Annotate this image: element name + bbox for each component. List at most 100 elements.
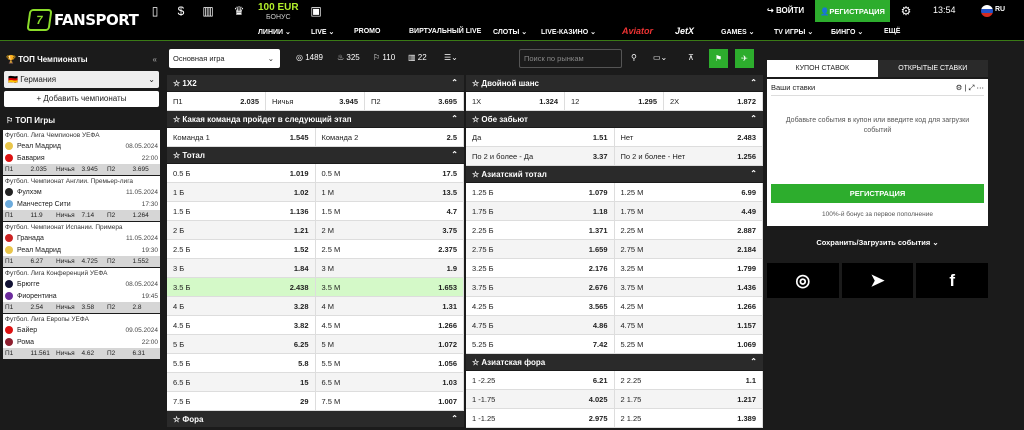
stats-counter[interactable]: ▥ 22: [408, 53, 427, 62]
odds-cell[interactable]: 2 1.75 1.217: [615, 390, 763, 408]
odds-cell[interactable]: 5 Б 6.25: [167, 335, 316, 353]
mobile-icon[interactable]: ▯: [148, 4, 162, 18]
market-header[interactable]: ☆ Фора ⌃: [167, 411, 464, 428]
odds-cell[interactable]: Нет 2.483: [615, 128, 763, 146]
odds-row[interactable]: П1 11.9 Ничья 7.14 П2 1.264: [3, 210, 160, 221]
odds-cell[interactable]: 5.5 Б 5.8: [167, 354, 316, 372]
odds-cell[interactable]: 1 -2.25 6.21: [466, 371, 615, 389]
odds-cell[interactable]: 2 М 3.75: [316, 221, 464, 239]
odds-cell[interactable]: Ничья 3.945: [266, 92, 365, 110]
coupon-register-button[interactable]: РЕГИСТРАЦИЯ: [771, 184, 984, 203]
bolt-icon[interactable]: ✈: [735, 49, 754, 68]
odds-cell[interactable]: 2.25 М 2.887: [615, 221, 763, 239]
ru-flag-icon[interactable]: [981, 5, 993, 17]
odds-cell[interactable]: Команда 1 1.545: [167, 128, 316, 146]
market-header[interactable]: ☆ 1X2 ⌃: [167, 75, 464, 92]
odds-cell[interactable]: 3 Б 1.84: [167, 259, 316, 277]
odds-cell[interactable]: Команда 2 2.5: [316, 128, 464, 146]
country-select[interactable]: 🇩🇪 Германия ⌄: [4, 71, 159, 88]
nav-10[interactable]: БИНГО ⌄: [831, 28, 863, 36]
nav-8[interactable]: GAMES ⌄: [721, 28, 754, 36]
odds-row[interactable]: П1 2.54 Ничья 3.58 П2 2.8: [3, 302, 160, 313]
game-select[interactable]: Основная игра ⌄: [169, 49, 280, 68]
odds-cell[interactable]: 1 -1.25 2.975: [466, 409, 615, 427]
odds-cell[interactable]: 5.5 М 1.056: [316, 354, 464, 372]
odds-row[interactable]: П1 11.561 Ничья 4.62 П2 6.31: [3, 348, 160, 359]
odds-cell[interactable]: 3.75 М 1.436: [615, 278, 763, 296]
odds-cell[interactable]: 4.5 М 1.266: [316, 316, 464, 334]
nav-2[interactable]: PROMO: [354, 28, 380, 35]
odds-cell[interactable]: 2 1.25 1.389: [615, 409, 763, 427]
tab-coupon[interactable]: КУПОН СТАВОК: [767, 60, 878, 77]
odds-cell[interactable]: 1 Б 1.02: [167, 183, 316, 201]
odds-cell[interactable]: 3.25 Б 2.176: [466, 259, 615, 277]
stats-icon[interactable]: ▥: [201, 4, 215, 18]
odds-row[interactable]: П1 2.035 Ничья 3.945 П2 3.695: [3, 164, 160, 175]
odds-cell[interactable]: П2 3.695: [365, 92, 464, 110]
market-header[interactable]: ☆ Обе забьют ⌃: [466, 111, 763, 128]
layout-icon[interactable]: ▭⌄: [653, 53, 667, 62]
tab-open-bets[interactable]: ОТКРЫТЫЕ СТАВКИ: [877, 60, 988, 77]
add-champs-button[interactable]: + Добавить чемпионаты: [4, 91, 159, 107]
odds-cell[interactable]: 3.5 Б 2.438: [167, 278, 316, 296]
game-card[interactable]: Футбол. Лига Европы УЕФА Байер 09.05.2024…: [3, 314, 160, 360]
market-header[interactable]: ☆ Двойной шанс ⌃: [466, 75, 763, 92]
instagram-icon[interactable]: ◎: [767, 263, 839, 298]
dollar-icon[interactable]: $: [174, 4, 188, 18]
odds-cell[interactable]: 3.75 Б 2.676: [466, 278, 615, 296]
odds-cell[interactable]: 1X 1.324: [466, 92, 565, 110]
search-icon[interactable]: ⚲: [631, 53, 637, 62]
odds-cell[interactable]: Да 1.51: [466, 128, 615, 146]
odds-cell[interactable]: 2 2.25 1.1: [615, 371, 763, 389]
odds-cell[interactable]: 4.25 М 1.266: [615, 297, 763, 315]
odds-cell[interactable]: 1.75 Б 1.18: [466, 202, 615, 220]
market-header[interactable]: ☆ Тотал ⌃: [167, 147, 464, 164]
pin-icon[interactable]: ⊼: [688, 53, 694, 62]
odds-cell[interactable]: 7.5 М 1.007: [316, 392, 464, 410]
bonus-banner[interactable]: 100 EUR БОНУС: [258, 3, 299, 22]
odds-cell[interactable]: 4 М 1.31: [316, 297, 464, 315]
language[interactable]: RU: [995, 6, 1005, 13]
odds-cell[interactable]: 0.5 Б 1.019: [167, 164, 316, 182]
nav-7[interactable]: JetX: [675, 26, 694, 36]
fire-counter[interactable]: ♨ 325: [337, 53, 360, 62]
market-header[interactable]: ☆ Какая команда пройдет в следующий этап…: [167, 111, 464, 128]
gift-icon[interactable]: ▣: [309, 4, 323, 18]
save-load-button[interactable]: Сохранить/Загрузить события ⌄: [767, 238, 988, 247]
login-button[interactable]: ↪ ВОЙТИ: [767, 6, 804, 15]
odds-cell[interactable]: 3 М 1.9: [316, 259, 464, 277]
game-card[interactable]: Футбол. Чемпионат Англии. Премьер-лига Ф…: [3, 176, 160, 222]
game-card[interactable]: Футбол. Чемпионат Испании. Примера Грана…: [3, 222, 160, 268]
stadium-icon[interactable]: ⚑: [709, 49, 728, 68]
odds-cell[interactable]: По 2 и более - Нет 1.256: [615, 147, 763, 165]
odds-cell[interactable]: 1.75 М 4.49: [615, 202, 763, 220]
nav-6[interactable]: Aviator: [622, 26, 653, 36]
live-counter[interactable]: ◎ 1489: [296, 53, 323, 62]
odds-cell[interactable]: 5 М 1.072: [316, 335, 464, 353]
settings-icon[interactable]: ⚙: [899, 4, 913, 18]
game-card[interactable]: Футбол. Лига Чемпионов УЕФА Реал Мадрид 0…: [3, 130, 160, 176]
odds-cell[interactable]: 2 Б 1.21: [167, 221, 316, 239]
nav-4[interactable]: СЛОТЫ ⌄: [493, 28, 527, 36]
match-counter[interactable]: ⚐ 110: [373, 53, 395, 62]
nav-3[interactable]: ВИРТУАЛЬНЫЙ LIVE: [409, 28, 481, 35]
odds-cell[interactable]: 2.5 Б 1.52: [167, 240, 316, 258]
list-icon[interactable]: ☰⌄: [444, 53, 458, 62]
odds-cell[interactable]: 2.5 М 2.375: [316, 240, 464, 258]
market-header[interactable]: ☆ Азиатский тотал ⌃: [466, 166, 763, 183]
odds-cell[interactable]: 2.25 Б 1.371: [466, 221, 615, 239]
facebook-icon[interactable]: f: [916, 263, 989, 298]
nav-0[interactable]: ЛИНИИ ⌄: [258, 28, 291, 36]
odds-cell[interactable]: 12 1.295: [565, 92, 664, 110]
odds-cell[interactable]: 4.25 Б 3.565: [466, 297, 615, 315]
odds-cell[interactable]: 1.25 Б 1.079: [466, 183, 615, 201]
nav-11[interactable]: ЕЩЁ: [884, 28, 901, 35]
market-header[interactable]: ☆ Азиатская фора ⌃: [466, 354, 763, 371]
odds-cell[interactable]: 5.25 Б 7.42: [466, 335, 615, 353]
odds-cell[interactable]: 4.75 М 1.157: [615, 316, 763, 334]
odds-cell[interactable]: 1 М 13.5: [316, 183, 464, 201]
odds-cell[interactable]: 6.5 М 1.03: [316, 373, 464, 391]
top-champs-header[interactable]: 🏆 ТОП Чемпионаты «: [0, 49, 163, 69]
game-card[interactable]: Футбол. Лига Конференций УЕФА Брюгге 08.0…: [3, 268, 160, 314]
odds-cell[interactable]: 1.5 М 4.7: [316, 202, 464, 220]
